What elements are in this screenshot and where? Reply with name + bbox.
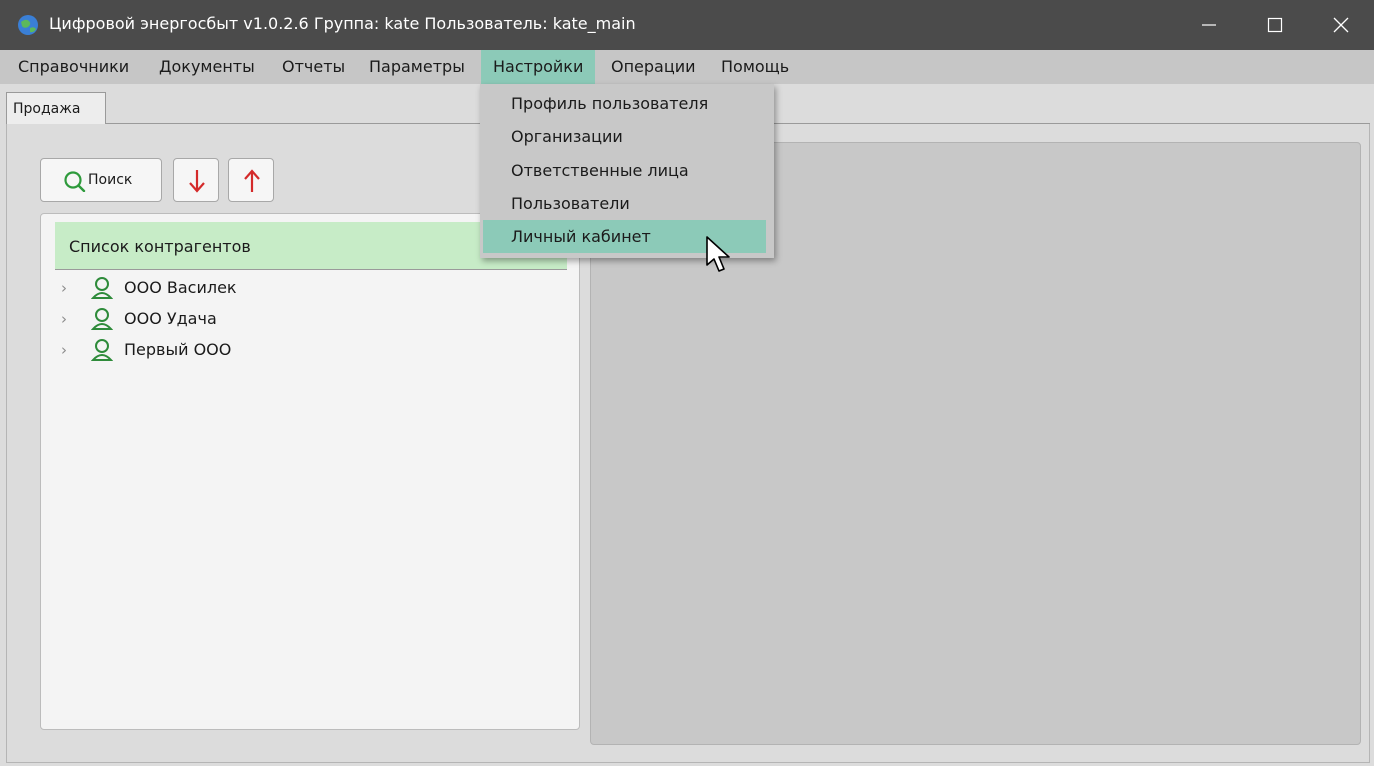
arrow-down-icon (189, 170, 205, 193)
chevron-right-icon[interactable]: › (61, 341, 67, 359)
list-item-label: ООО Удача (124, 309, 217, 328)
title-bar: Цифровой энергосбыт v1.0.2.6 Группа: kat… (0, 0, 1374, 50)
menu-spravochniki[interactable]: Справочники (6, 50, 141, 84)
globe-icon (18, 15, 38, 35)
menu-pomoshch[interactable]: Помощь (709, 50, 801, 84)
user-icon (91, 277, 113, 299)
close-button[interactable] (1306, 0, 1374, 50)
user-icon (91, 308, 113, 330)
menu-item-users[interactable]: Пользователи (483, 187, 766, 220)
tab-prodazha[interactable]: Продажа (6, 92, 106, 126)
search-button[interactable]: Поиск (40, 158, 162, 202)
mouse-cursor-icon (706, 236, 730, 272)
close-icon (1333, 17, 1349, 33)
search-icon (64, 171, 86, 192)
arrow-up-icon (244, 169, 260, 192)
user-icon (91, 339, 113, 361)
menu-bar: Справочники Документы Отчеты Параметры Н… (0, 50, 1374, 84)
maximize-button[interactable] (1240, 0, 1310, 50)
maximize-icon (1267, 17, 1283, 33)
move-up-button[interactable] (228, 158, 274, 202)
minimize-button[interactable] (1174, 0, 1244, 50)
chevron-right-icon[interactable]: › (61, 310, 67, 328)
list-item-label: Первый ООО (124, 340, 232, 359)
search-button-label: Поиск (88, 172, 133, 188)
menu-parametry[interactable]: Параметры (357, 50, 477, 84)
chevron-right-icon[interactable]: › (61, 279, 67, 297)
menu-item-organizations[interactable]: Организации (483, 120, 766, 153)
move-down-button[interactable] (173, 158, 219, 202)
menu-operatsii[interactable]: Операции (599, 50, 708, 84)
counterparty-list-panel: Список контрагентов › ООО Василек › ООО … (40, 213, 580, 730)
minimize-icon (1202, 24, 1216, 26)
menu-otchety[interactable]: Отчеты (270, 50, 357, 84)
menu-item-user-profile[interactable]: Профиль пользователя (483, 87, 766, 120)
menu-dokumenty[interactable]: Документы (147, 50, 267, 84)
menu-nastroyki[interactable]: Настройки (481, 50, 596, 84)
list-item-label: ООО Василек (124, 278, 237, 297)
list-header-title: Список контрагентов (69, 237, 251, 256)
menu-item-responsible-persons[interactable]: Ответственные лица (483, 154, 766, 187)
window-title: Цифровой энергосбыт v1.0.2.6 Группа: kat… (49, 14, 636, 33)
settings-dropdown-menu: Профиль пользователя Организации Ответст… (480, 84, 774, 258)
